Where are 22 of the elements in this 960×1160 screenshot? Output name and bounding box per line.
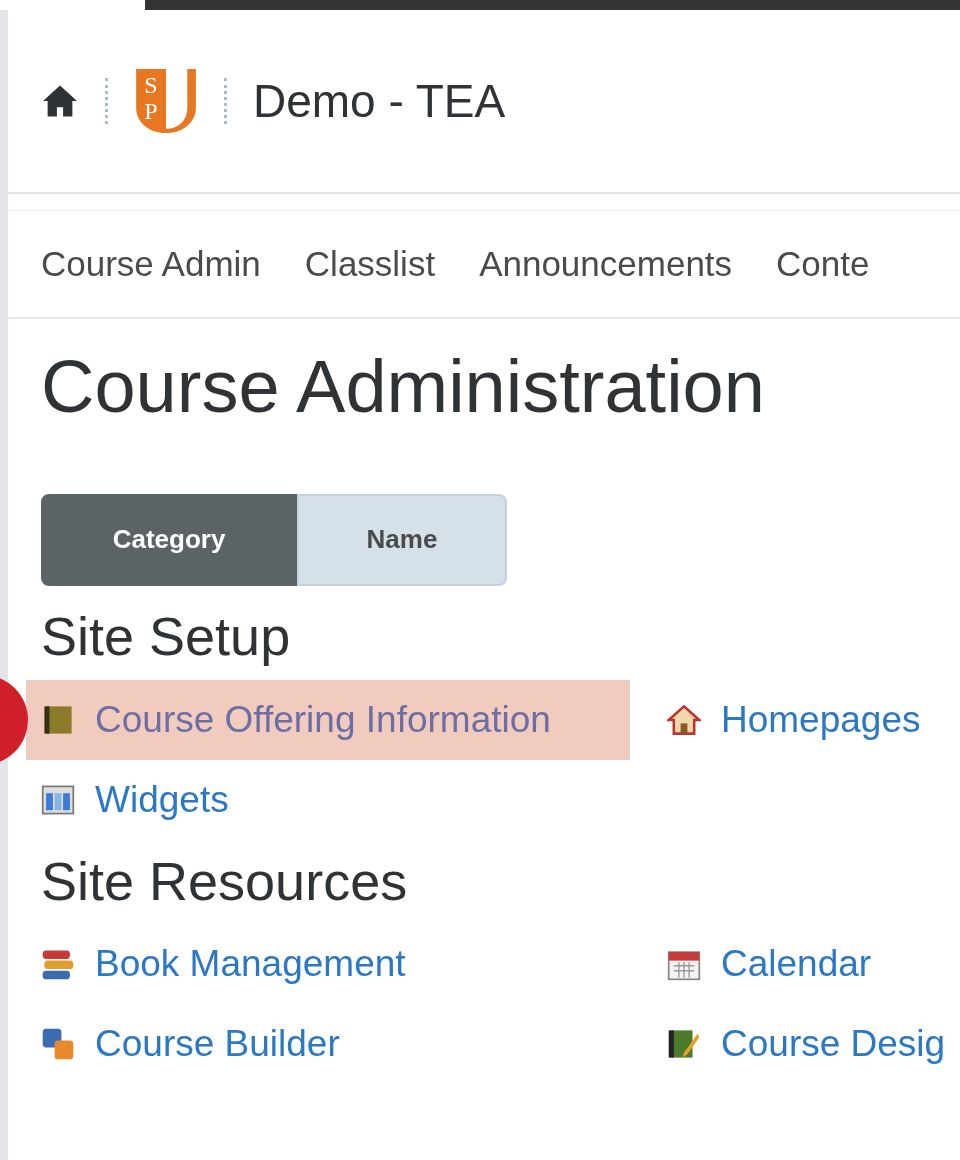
tool-link[interactable]: Course Offering Information: [95, 698, 551, 741]
books-icon: [41, 947, 75, 982]
section-heading: Site Resources: [41, 849, 409, 913]
tool-link[interactable]: Book Management: [95, 943, 406, 986]
nav-link[interactable]: Course Admin: [41, 244, 261, 284]
tool-link[interactable]: Homepages: [721, 698, 921, 741]
house-icon: [667, 702, 701, 737]
section-heading: Site Setup: [41, 604, 292, 668]
view-toggle-button[interactable]: Category: [41, 493, 297, 586]
nav-link[interactable]: Announcements: [479, 244, 733, 284]
logo[interactable]: S P: [134, 66, 198, 136]
stacked-squares-icon: [41, 1027, 75, 1062]
course-title[interactable]: Demo - TEA: [253, 74, 506, 128]
tool-link[interactable]: Course Desig: [721, 1023, 946, 1066]
tool-link[interactable]: Widgets: [95, 778, 229, 821]
view-toggle-button[interactable]: Name: [297, 493, 507, 586]
home-icon[interactable]: [41, 84, 79, 118]
page-title: Course Administration: [41, 344, 766, 430]
tool-link[interactable]: Calendar: [721, 943, 872, 986]
nav-link[interactable]: Conte: [776, 244, 870, 284]
nav-link[interactable]: Classlist: [304, 244, 436, 284]
tool-link[interactable]: Course Builder: [95, 1023, 340, 1066]
